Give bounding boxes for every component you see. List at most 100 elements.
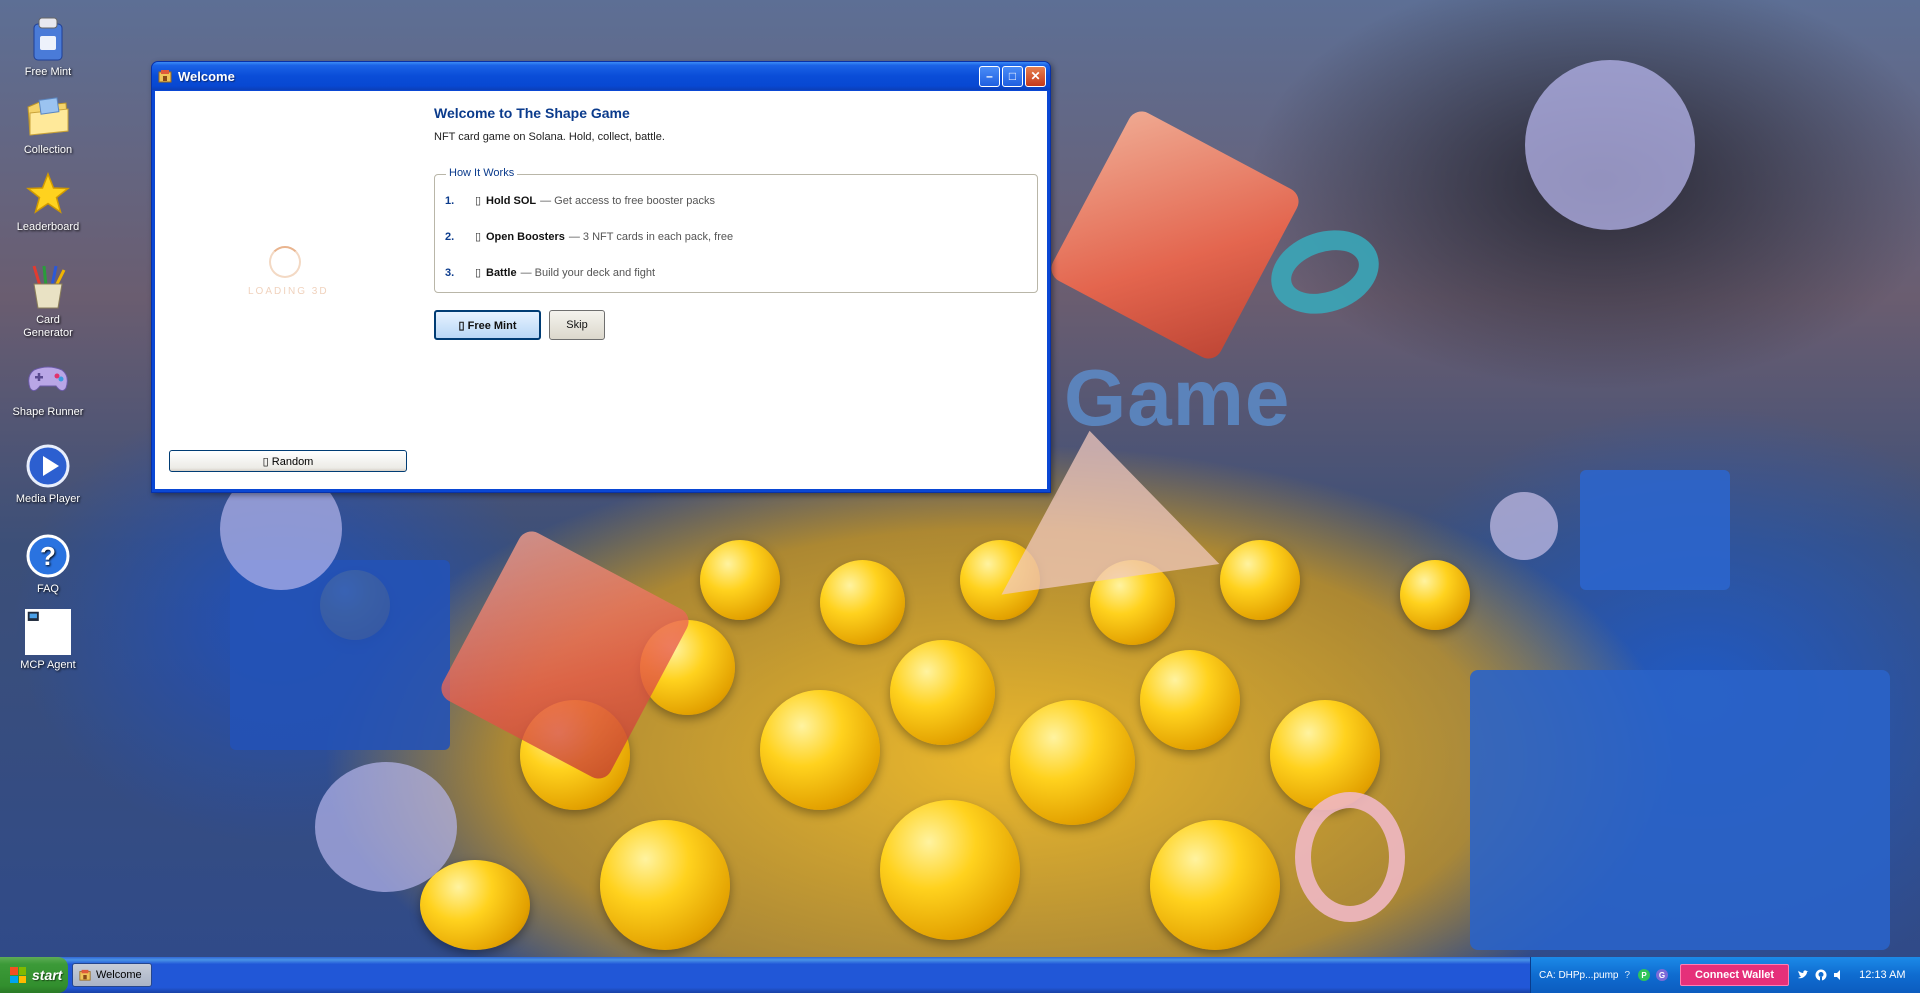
wallpaper-ball [1140, 650, 1240, 750]
system-tray: CA: DHPp...pump ? P G Connect Wallet 12:… [1530, 957, 1920, 993]
step-item: 3. ▯ Battle — Build your deck and fight [445, 266, 656, 280]
maximize-button[interactable]: □ [1002, 65, 1023, 87]
how-it-works-legend: How It Works [446, 167, 518, 179]
desktop-icon-label: Collection [23, 144, 73, 156]
desktop-icon-label: Leaderboard [16, 221, 80, 233]
how-it-works-group: How It Works 1. ▯ Hold SOL — Get access … [434, 167, 1038, 293]
clock: 12:13 AM [1859, 969, 1906, 981]
welcome-window: Welcome – □ ✕ LOADING 3D ▯ Random Welcom… [151, 61, 1051, 493]
help-icon: ? [25, 533, 71, 579]
wallpaper-ball [1400, 560, 1470, 630]
maximize-icon: □ [1008, 69, 1017, 83]
desktop-icon-label: Free Mint [24, 66, 72, 78]
preview-pane: LOADING 3D ▯ Random [155, 91, 417, 489]
wallpaper-pink-ring [1295, 792, 1405, 922]
desktop-icon-card-generator[interactable]: Card Generator [12, 264, 84, 340]
star-icon [25, 171, 71, 217]
github-icon[interactable] [1815, 969, 1827, 981]
svg-text:?: ? [40, 541, 56, 571]
step-icon: ▯ [475, 195, 482, 207]
desktop-icon-faq[interactable]: ? FAQ [12, 533, 84, 596]
wallpaper-ball [760, 690, 880, 810]
desktop-icon-shape-runner[interactable]: Shape Runner [12, 356, 84, 419]
window-client-area: LOADING 3D ▯ Random Welcome to The Shape… [155, 91, 1047, 489]
wallpaper-lilac-sphere [315, 762, 457, 892]
loading-spinner-icon [269, 246, 301, 278]
window-title: Welcome [178, 68, 235, 84]
desktop-icon-mcp-agent[interactable]: MCP Agent [12, 609, 84, 672]
wallpaper-ball [1220, 540, 1300, 620]
wallpaper-ball [1150, 820, 1280, 950]
app-window-icon [79, 969, 91, 981]
step-icon: ▯ [475, 231, 482, 243]
free-mint-button[interactable]: ▯ Free Mint [434, 310, 541, 340]
step-item: 2. ▯ Open Boosters — 3 NFT cards in each… [445, 230, 734, 244]
wallpaper-ball [420, 860, 530, 950]
close-button[interactable]: ✕ [1025, 65, 1046, 87]
taskbar-item-label: Welcome [96, 969, 142, 981]
wallpaper-ball [600, 820, 730, 950]
step-title: Open Boosters [486, 230, 565, 243]
wallpaper-ball [890, 640, 995, 745]
minimize-icon: – [986, 69, 993, 83]
loading-label: LOADING 3D [248, 286, 329, 297]
wallpaper-block [230, 560, 450, 750]
g-badge-icon[interactable]: G [1656, 969, 1669, 981]
wallpaper-ball [1010, 700, 1135, 825]
desktop-icon-label: Card Generator [23, 314, 73, 339]
desktop-icon-media-player[interactable]: Media Player [12, 443, 84, 506]
step-description: — Build your deck and fight [520, 266, 656, 279]
wallpaper-red-cube [436, 526, 694, 784]
step-number: 2. [445, 230, 455, 243]
step-item: 1. ▯ Hold SOL — Get access to free boost… [445, 194, 715, 208]
step-icon: ▯ [475, 267, 482, 279]
skip-button[interactable]: Skip [549, 310, 605, 340]
wallpaper-lilac-sphere [1525, 60, 1695, 230]
step-title: Hold SOL [486, 194, 537, 207]
close-icon: ✕ [1030, 69, 1041, 83]
volume-icon[interactable] [1833, 969, 1845, 981]
desktop-icon-label: Media Player [15, 493, 81, 505]
taskbar: start Welcome CA: DHPp...pump ? P G Conn… [0, 957, 1920, 993]
wallpaper-ball [880, 800, 1020, 940]
window-titlebar[interactable]: Welcome – □ ✕ [152, 62, 1050, 90]
folder-icon [25, 94, 71, 140]
desktop-icon-label: FAQ [36, 583, 59, 595]
ca-help-icon[interactable]: ? [1624, 970, 1630, 981]
wallpaper-orange-cube [1046, 106, 1304, 364]
free-mint-icon [25, 16, 71, 62]
step-number: 3. [445, 266, 455, 279]
step-description: — Get access to free booster packs [540, 194, 715, 207]
wallpaper-block [1580, 470, 1730, 590]
wallpaper-block [1470, 670, 1890, 950]
step-number: 1. [445, 194, 455, 207]
page-title: Welcome to The Shape Game [434, 105, 630, 121]
twitter-icon[interactable] [1797, 969, 1809, 981]
wallpaper-lilac-sphere [1490, 492, 1558, 560]
desktop-icon-label: Shape Runner [12, 406, 84, 418]
wallpaper-ball [700, 540, 780, 620]
play-icon [25, 443, 71, 489]
app-window-icon [158, 69, 172, 83]
gamepad-icon [25, 356, 71, 402]
step-description: — 3 NFT cards in each pack, free [568, 230, 734, 243]
wallpaper-game-word: Game [1064, 353, 1291, 442]
pump-badge-icon[interactable]: P [1638, 969, 1651, 981]
paintbrush-cup-icon [25, 264, 71, 310]
taskbar-item-welcome[interactable]: Welcome [72, 963, 152, 987]
windows-logo-icon [10, 967, 26, 983]
connect-wallet-button[interactable]: Connect Wallet [1680, 964, 1790, 986]
wallpaper-ball [820, 560, 905, 645]
desktop-icon-leaderboard[interactable]: Leaderboard [12, 171, 84, 234]
contract-address[interactable]: CA: DHPp...pump [1539, 970, 1618, 981]
desktop-icon-collection[interactable]: Collection [12, 94, 84, 157]
start-label: start [32, 967, 63, 983]
agent-window-icon [25, 609, 71, 655]
minimize-button[interactable]: – [979, 65, 1000, 87]
random-button[interactable]: ▯ Random [169, 450, 407, 472]
step-title: Battle [486, 266, 517, 279]
desktop-icon-label: MCP Agent [20, 659, 76, 671]
start-button[interactable]: start [0, 957, 68, 993]
desktop-icon-free-mint[interactable]: Free Mint [12, 16, 84, 79]
page-subtitle: NFT card game on Solana. Hold, collect, … [434, 131, 665, 143]
